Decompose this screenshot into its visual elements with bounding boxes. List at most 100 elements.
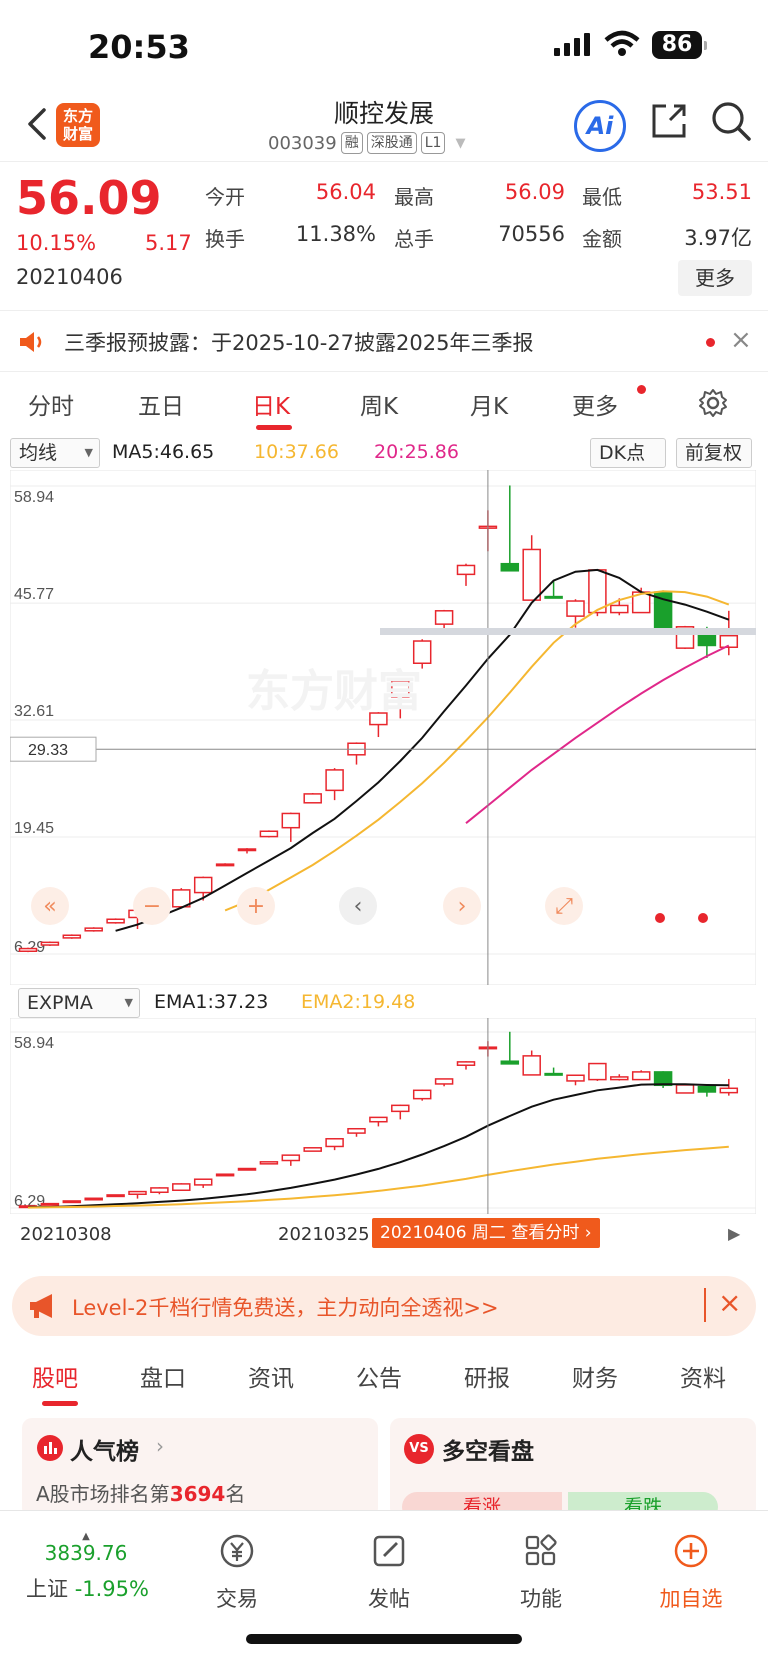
edit-icon	[373, 1535, 405, 1567]
y-tick-label: 58.94	[14, 1035, 54, 1052]
candle-body	[566, 600, 585, 617]
expma-select[interactable]: EXPMA ▼	[18, 988, 140, 1018]
adjust-button[interactable]: 前复权	[676, 438, 752, 468]
select-arrow-icon: ▼	[124, 996, 133, 1009]
tab-weekly-k[interactable]: 周K	[360, 387, 398, 421]
turnover-label: 换手	[205, 227, 245, 251]
candle-body	[719, 1087, 739, 1094]
popularity-title: 人气榜	[70, 1439, 139, 1465]
trade-label: 交易	[216, 1587, 258, 1611]
tab-more[interactable]: 更多	[572, 387, 618, 421]
candle-body	[215, 863, 235, 867]
candle-body	[588, 1062, 607, 1081]
candle-body	[193, 876, 213, 894]
candle-body	[456, 1061, 476, 1066]
candle-body	[193, 1178, 213, 1186]
index-ticker[interactable]: ▲ 3839.76 上证 -1.95%	[26, 1531, 149, 1603]
ma10-value: 10:37.66	[254, 441, 339, 463]
more-button[interactable]: 更多	[678, 260, 752, 296]
candle-body	[172, 1183, 191, 1191]
post-tab[interactable]: 发帖	[334, 1531, 444, 1613]
close-icon[interactable]: ×	[730, 325, 752, 355]
trade-tab[interactable]: 交易	[182, 1531, 292, 1613]
candle-body	[697, 1085, 717, 1093]
candle-body	[610, 1076, 629, 1081]
open-value: 56.04	[315, 180, 376, 204]
tab-research[interactable]: 研报	[464, 1359, 510, 1393]
tab-profile[interactable]: 资料	[680, 1359, 726, 1393]
status-bar: 20:53 86	[0, 0, 768, 90]
tab-five-day[interactable]: 五日	[138, 387, 184, 421]
level2-promo-banner[interactable]: Level-2千档行情免费送，主力动向全透视>> ×	[12, 1276, 756, 1336]
stock-header: 东方财富 顺控发展 003039 融 深股通 L1 ▼ Ai	[0, 90, 768, 162]
candle-body	[215, 1173, 235, 1177]
tab-intraday[interactable]: 分时	[28, 387, 74, 421]
candle-body	[281, 812, 301, 829]
expma-chart[interactable]: 58.946.29	[10, 1018, 756, 1214]
banner-close-icon[interactable]: ×	[718, 1286, 741, 1319]
tab-forum[interactable]: 股吧	[32, 1359, 78, 1393]
tab-monthly-k[interactable]: 月K	[470, 387, 508, 421]
popularity-card[interactable]: 人气榜 › A股市场排名第3694名	[22, 1418, 378, 1518]
ai-assistant-button[interactable]: Ai	[574, 100, 626, 152]
rank-suffix: 名	[225, 1482, 246, 1506]
candle-body	[84, 1197, 103, 1201]
rank-prefix: A股市场排名第	[36, 1482, 170, 1506]
high-value: 56.09	[504, 180, 565, 204]
candle-body	[653, 1071, 673, 1087]
tab-news[interactable]: 资讯	[248, 1359, 294, 1393]
tag-connect: 深股通	[366, 132, 417, 154]
candle-body	[150, 1187, 169, 1194]
crosshair-date-label[interactable]: 20210406 周二 查看分时 ›	[372, 1218, 600, 1248]
signal-dot	[655, 913, 665, 923]
candle-body	[128, 1190, 147, 1196]
crosshair-value-label: 29.33	[28, 742, 68, 759]
tab-financials[interactable]: 财务	[572, 1359, 618, 1393]
candle-body	[325, 1138, 344, 1148]
ema1-value: EMA1:37.23	[154, 991, 269, 1013]
chart-control-icon: ⤢	[555, 894, 573, 919]
stock-subline[interactable]: 003039 融 深股通 L1 ▼	[268, 132, 465, 154]
candle-body	[237, 848, 257, 852]
candle-body	[18, 947, 38, 952]
bull-bear-card[interactable]: VS 多空看盘 看涨 看跌	[390, 1418, 756, 1522]
signal-dot	[698, 913, 708, 923]
candle-body	[84, 927, 103, 932]
quote-summary: 56.09 10.15% 5.17 20210406 今开 56.04 最高 5…	[0, 163, 768, 305]
notice-text: 三季报预披露：于2025-10-27披露2025年三季报	[64, 331, 534, 355]
y-tick-label: 58.94	[14, 489, 54, 506]
y-tick-label: 45.77	[14, 586, 54, 603]
settings-gear-icon[interactable]	[697, 387, 729, 419]
candle-body	[62, 1200, 82, 1204]
ma5-value: MA5:46.65	[112, 441, 215, 463]
tab-announcements[interactable]: 公告	[356, 1359, 402, 1393]
tab-order-book[interactable]: 盘口	[140, 1359, 186, 1393]
candle-body	[500, 562, 520, 572]
tab-daily-k[interactable]: 日K	[252, 387, 290, 421]
indicator-select[interactable]: 均线 ▼	[10, 438, 100, 468]
dk-point-button[interactable]: DK点	[590, 438, 666, 468]
chart-control-icon: −	[143, 894, 161, 919]
tag-margin: 融	[340, 132, 363, 154]
search-icon[interactable]	[710, 100, 752, 142]
notice-bar[interactable]: 三季报预披露：于2025-10-27披露2025年三季报 ×	[0, 310, 768, 372]
add-circle-icon	[674, 1534, 708, 1568]
change-percent: 10.15%	[16, 231, 97, 255]
daily-k-chart[interactable]: 58.94 45.77 32.61 19.45 6.29 29.33 东方财富 « − + ‹ › ⤢	[10, 470, 756, 985]
candle-body	[303, 1147, 322, 1152]
scroll-right-icon[interactable]: ▶	[728, 1224, 740, 1243]
add-watchlist-tab[interactable]: 加自选	[636, 1531, 746, 1613]
candle-body	[522, 1055, 541, 1076]
tag-level: L1	[420, 132, 446, 154]
expma-select-label: EXPMA	[27, 992, 93, 1014]
share-icon[interactable]	[650, 102, 688, 140]
index-name: 上证	[26, 1577, 68, 1601]
volume-value: 70556	[498, 222, 565, 246]
candle-body	[412, 640, 432, 664]
candle-body	[259, 830, 279, 838]
candle-body	[281, 1154, 301, 1162]
bar-chart-icon	[37, 1435, 63, 1461]
banner-divider	[704, 1288, 706, 1322]
features-tab[interactable]: 功能	[486, 1531, 596, 1613]
ema2-value: EMA2:19.48	[301, 991, 416, 1013]
